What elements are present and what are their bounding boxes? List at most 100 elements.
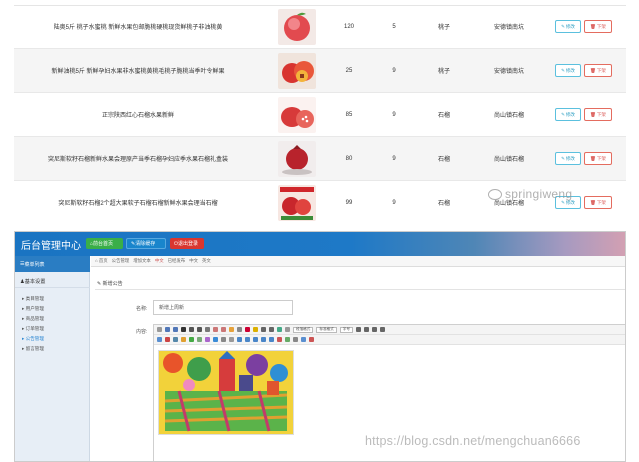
search-replace-icon[interactable] (301, 337, 306, 342)
editor-embedded-painting[interactable] (158, 350, 294, 435)
product-origin: 安德镇南坑 (493, 69, 524, 75)
bold-icon[interactable] (181, 327, 186, 332)
style-select[interactable]: 标准格式 (316, 326, 337, 333)
edit-icon: ✎ (561, 23, 565, 29)
emoticon-icon[interactable] (181, 337, 186, 342)
edit-button[interactable]: ✎ 修改 (555, 152, 581, 165)
code-icon[interactable] (221, 337, 226, 342)
product-type: 桃子 (437, 25, 450, 31)
sidebar-item-orders[interactable]: ▸ 订单管理 (22, 326, 44, 332)
table-icon[interactable] (237, 337, 242, 342)
sidebar-item-messages[interactable]: ▸ 留言管理 (22, 346, 44, 352)
name-field[interactable]: 新增上周新 (153, 300, 293, 315)
clear-cache-button[interactable]: ✎ 清除缓存 (126, 238, 166, 249)
link-icon[interactable] (157, 337, 162, 342)
breadcrumb-item[interactable]: 英文 (202, 258, 211, 264)
name-label: 名称: (136, 306, 148, 312)
product-image-pomegranate (278, 96, 316, 133)
line-height-icon[interactable] (285, 327, 290, 332)
insert-column-icon[interactable] (253, 337, 258, 342)
redo-icon[interactable] (173, 327, 178, 332)
merge-cells-icon[interactable] (261, 337, 266, 342)
subscript-icon[interactable] (221, 327, 226, 332)
product-type: 石榴 (437, 113, 450, 119)
help-icon[interactable] (309, 337, 314, 342)
align-left-icon[interactable] (355, 327, 361, 332)
insert-row-icon[interactable] (245, 337, 250, 342)
highlight-icon[interactable] (253, 327, 258, 332)
align-justify-icon[interactable] (379, 327, 385, 332)
product-stock: 9 (392, 199, 396, 206)
map-icon[interactable] (213, 337, 218, 342)
product-origin: 尚山镇石榴 (493, 113, 524, 119)
attachment-icon[interactable] (205, 337, 210, 342)
section-divider (95, 289, 625, 290)
quote-icon[interactable] (237, 327, 242, 332)
font-color-icon[interactable] (245, 327, 250, 332)
off-shelf-button[interactable]: 🗑 下架 (584, 20, 612, 33)
delete-table-icon[interactable] (277, 337, 282, 342)
product-image-pomegranate-box (278, 184, 316, 221)
paragraph-format-select[interactable]: 段落格式 (293, 326, 314, 333)
horizontal-rule-icon[interactable] (229, 337, 234, 342)
section-title: ✎ 新增公告 (97, 281, 123, 287)
sidebar-item-users[interactable]: ▸ 用户管理 (22, 306, 44, 312)
breadcrumb-item[interactable]: 增加文本 (133, 258, 151, 264)
video-icon[interactable] (189, 337, 194, 342)
wechat-icon (488, 188, 502, 200)
print-icon[interactable] (285, 337, 290, 342)
breadcrumb-item[interactable]: 已经发布 (168, 258, 186, 264)
breadcrumb-item[interactable]: 中文 (189, 258, 198, 264)
edit-icon: ✎ (561, 155, 565, 161)
product-name: 正宗陕西红心石榴水果新鲜 (101, 113, 174, 119)
sidebar-header: ☰ 菜单列表 (15, 256, 90, 272)
sidebar-item-products[interactable]: ▸ 商品管理 (22, 316, 44, 322)
sidebar-group-basic[interactable]: ♟ 基本设置 (15, 276, 90, 288)
edit-button[interactable]: ✎ 修改 (555, 108, 581, 121)
underline-icon[interactable] (197, 327, 202, 332)
editor-toolbar-row-2 (154, 335, 625, 345)
unlink-icon[interactable] (165, 337, 170, 342)
off-shelf-button[interactable]: 🗑 下架 (584, 64, 612, 77)
product-name: 突尼斯软籽石榴2个超大果软子石榴石榴新鲜水果会理当石榴 (58, 201, 218, 207)
breadcrumb-home[interactable]: ⌂ 首页 (95, 258, 108, 264)
sidebar-item-notices[interactable]: ▸ 公告管理 (22, 336, 44, 342)
content-label: 内容: (136, 329, 148, 335)
undo-icon[interactable] (165, 327, 170, 332)
preview-icon[interactable] (293, 337, 298, 342)
product-stock: 9 (392, 155, 396, 162)
music-icon[interactable] (197, 337, 202, 342)
align-right-icon[interactable] (371, 327, 377, 332)
align-center-icon[interactable] (363, 327, 369, 332)
superscript-icon[interactable] (213, 327, 218, 332)
product-type: 石榴 (437, 157, 450, 163)
off-shelf-button[interactable]: 🗑 下架 (584, 108, 612, 121)
edit-icon: ✎ (561, 67, 565, 73)
ordered-list-icon[interactable] (261, 327, 266, 332)
sidebar-item-category[interactable]: ▸ 类目管理 (22, 296, 44, 302)
product-price: 99 (345, 199, 353, 206)
product-name: 陆奥5斤 桃子水蜜桃 新鲜水果包邮脆桃硬桃现货鲜桃子非油桃黄 (53, 25, 223, 31)
product-type: 桃子 (437, 69, 450, 75)
product-price: 80 (345, 155, 353, 162)
off-shelf-button[interactable]: 🗑 下架 (584, 196, 612, 209)
italic-icon[interactable] (189, 327, 194, 332)
split-cells-icon[interactable] (269, 337, 274, 342)
home-button[interactable]: ⌂ 前台首页 (86, 238, 123, 249)
edit-button[interactable]: ✎ 修改 (555, 64, 581, 77)
format-brush-icon[interactable] (229, 327, 234, 332)
product-image-pomegranate (278, 140, 316, 177)
edit-icon: ✎ (561, 111, 565, 117)
logout-button[interactable]: ⏻ 退出登录 (170, 238, 204, 249)
breadcrumb-item[interactable]: 公告管理 (112, 258, 130, 264)
editor-toolbar-row-1: 段落格式 标准格式 字号 (154, 325, 625, 335)
font-size-select[interactable]: 字号 (339, 326, 353, 333)
image-icon[interactable] (173, 337, 178, 342)
off-shelf-button[interactable]: 🗑 下架 (584, 152, 612, 165)
source-icon[interactable] (157, 327, 162, 332)
edit-button[interactable]: ✎ 修改 (555, 20, 581, 33)
clear-format-icon[interactable] (277, 327, 282, 332)
table-row: 陆奥5斤 桃子水蜜桃 新鲜水果包邮脆桃硬桃现货鲜桃子非油桃黄 120 5 桃子 … (14, 5, 626, 48)
unordered-list-icon[interactable] (269, 327, 274, 332)
strikethrough-icon[interactable] (205, 327, 210, 332)
